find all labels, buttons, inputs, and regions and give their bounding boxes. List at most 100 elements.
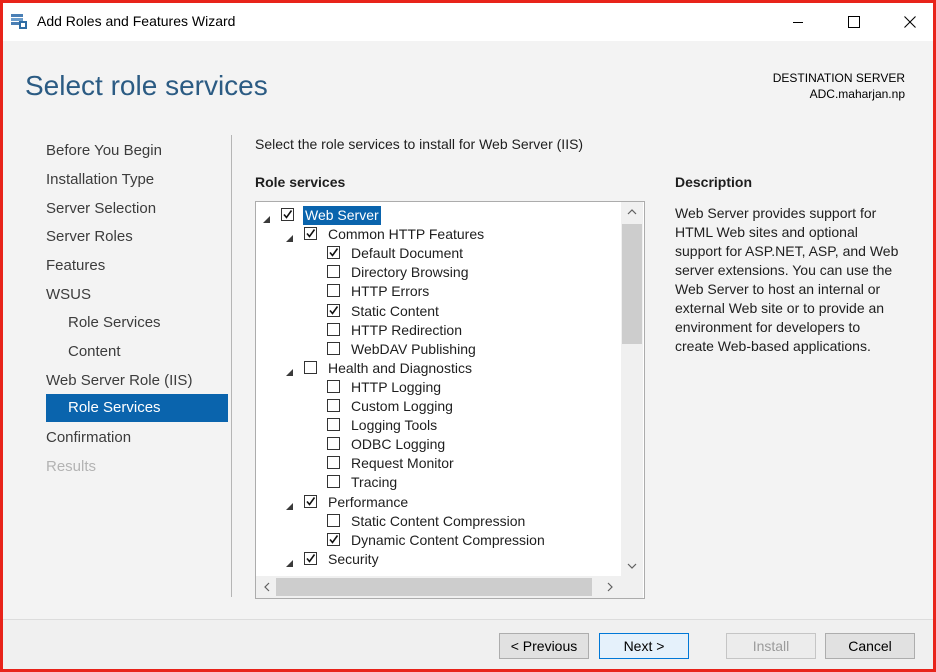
cancel-button[interactable]: Cancel [825,633,915,659]
window-title: Add Roles and Features Wizard [37,13,236,29]
checkbox[interactable] [327,532,340,546]
vertical-scroll-thumb[interactable] [622,224,642,344]
nav-item-confirmation[interactable]: Confirmation [46,424,131,452]
horizontal-scroll-thumb[interactable] [276,578,592,596]
tree-item-label: HTTP Logging [351,378,442,395]
expand-collapse-icon[interactable] [285,555,294,567]
page-title: Select role services [25,70,268,101]
tree-item-custom-logging[interactable]: Custom Logging [256,397,616,416]
checkbox[interactable] [327,303,340,317]
horizontal-scrollbar[interactable] [256,576,621,598]
tree-item-logging-tools[interactable]: Logging Tools [256,416,616,435]
tree-item-label: ODBC Logging [351,436,446,453]
minimize-button[interactable] [775,3,821,41]
next-button[interactable]: Next > [599,633,689,659]
checkbox[interactable] [327,418,340,432]
tree-item-health-and-diagnostics[interactable]: Health and Diagnostics [256,359,616,378]
tree-item-label: Default Document [351,245,464,262]
checkbox[interactable] [327,513,340,527]
tree-item-webdav-publishing[interactable]: WebDAV Publishing [256,340,616,359]
nav-item-web-server-role[interactable]: Web Server Role (IIS) [46,367,192,395]
scroll-left-arrow-icon[interactable] [256,577,278,597]
role-services-tree[interactable]: Web Server Common HTTP Features Default Do… [255,201,645,599]
tree-item-label: Static Content [351,302,439,319]
expand-collapse-icon[interactable] [285,230,294,243]
tree-item-performance[interactable]: Performance [256,493,616,512]
tree-item-label: Logging Tools [351,417,438,434]
tree-item-label: Common HTTP Features [328,226,485,243]
description-heading: Description [675,174,753,190]
wizard-window: Add Roles and Features Wizard Select rol… [0,0,936,672]
tree-item-http-redirection[interactable]: HTTP Redirection [256,321,616,340]
tree-item-dynamic-content-compression[interactable]: Dynamic Content Compression [256,531,616,550]
tree-item-common-http-features[interactable]: Common HTTP Features [256,225,616,244]
checkbox[interactable] [304,227,317,241]
maximize-icon [848,16,860,28]
tree-item-label: Dynamic Content Compression [351,531,545,548]
tree-item-tracing[interactable]: Tracing [256,473,616,492]
checkbox[interactable] [327,379,340,393]
checkbox[interactable] [327,246,340,260]
nav-item-results: Results [46,458,97,475]
tree-item-label: Web Server [303,206,381,225]
nav-item-server-roles[interactable]: Server Roles [46,223,133,251]
tree-item-label: Tracing [351,474,398,491]
tree-item-static-content[interactable]: Static Content [256,302,616,321]
destination-label: DESTINATION SERVER [772,71,905,85]
checkbox[interactable] [304,551,317,565]
previous-button[interactable]: < Previous [499,633,589,659]
tree-item-directory-browsing[interactable]: Directory Browsing [256,263,616,282]
checkbox[interactable] [304,360,317,374]
tree-item-label: Custom Logging [351,398,453,414]
nav-divider [231,135,232,597]
tree-item-odbc-logging[interactable]: ODBC Logging [256,435,616,454]
expand-collapse-icon[interactable] [262,211,271,223]
expand-collapse-icon[interactable] [285,498,294,510]
checkbox[interactable] [327,456,340,470]
checkmark-icon [306,496,316,506]
checkmark-icon [283,210,293,219]
tree-item-label: Directory Browsing [351,264,469,281]
checkbox[interactable] [304,494,317,508]
wizard-header: Select role services DESTINATION SERVER … [3,41,933,121]
server-manager-icon [10,12,28,30]
vertical-scrollbar[interactable] [621,202,643,576]
close-button[interactable] [887,3,933,41]
tree-item-label: Performance [328,493,409,510]
tree-item-request-monitor[interactable]: Request Monitor [256,454,616,473]
scroll-up-arrow-icon[interactable] [621,202,643,222]
tree-item-http-logging[interactable]: HTTP Logging [256,378,616,397]
nav-item-iis-role-services[interactable]: Role Services [46,394,228,422]
description-text: Web Server provides support for HTML Web… [675,205,899,354]
maximize-button[interactable] [831,3,877,41]
checkbox[interactable] [327,265,340,279]
tree-item-http-errors[interactable]: HTTP Errors [256,282,616,301]
role-services-heading: Role services [255,174,346,190]
checkbox[interactable] [327,322,340,336]
nav-item-wsus[interactable]: WSUS [46,281,91,309]
tree-item-static-content-compression[interactable]: Static Content Compression [256,512,616,531]
scroll-right-arrow-icon[interactable] [599,577,621,597]
checkbox[interactable] [327,399,340,412]
checkmark-icon [306,229,316,238]
nav-item-wsus-role-services[interactable]: Role Services [68,309,161,337]
tree-item-web-server[interactable]: Web Server [256,206,616,225]
tree-item-default-document[interactable]: Default Document [256,244,616,263]
checkbox[interactable] [327,437,340,451]
expand-collapse-icon[interactable] [285,364,294,376]
scroll-down-arrow-icon[interactable] [621,556,643,576]
nav-item-features[interactable]: Features [46,252,105,280]
scrollbar-corner [621,576,643,598]
tree-item-security[interactable]: Security [256,550,616,569]
checkmark-icon [329,248,339,257]
wizard-content: Before You Begin Installation Type Serve… [3,121,933,619]
tree-item-label: Static Content Compression [351,512,526,529]
checkbox[interactable] [281,208,294,221]
checkbox[interactable] [327,475,340,489]
checkbox[interactable] [327,284,340,298]
checkbox[interactable] [327,341,340,355]
nav-item-server-selection[interactable]: Server Selection [46,195,156,223]
nav-item-content[interactable]: Content [68,338,121,366]
nav-item-before-you-begin[interactable]: Before You Begin [46,137,162,165]
nav-item-installation-type[interactable]: Installation Type [46,166,154,194]
